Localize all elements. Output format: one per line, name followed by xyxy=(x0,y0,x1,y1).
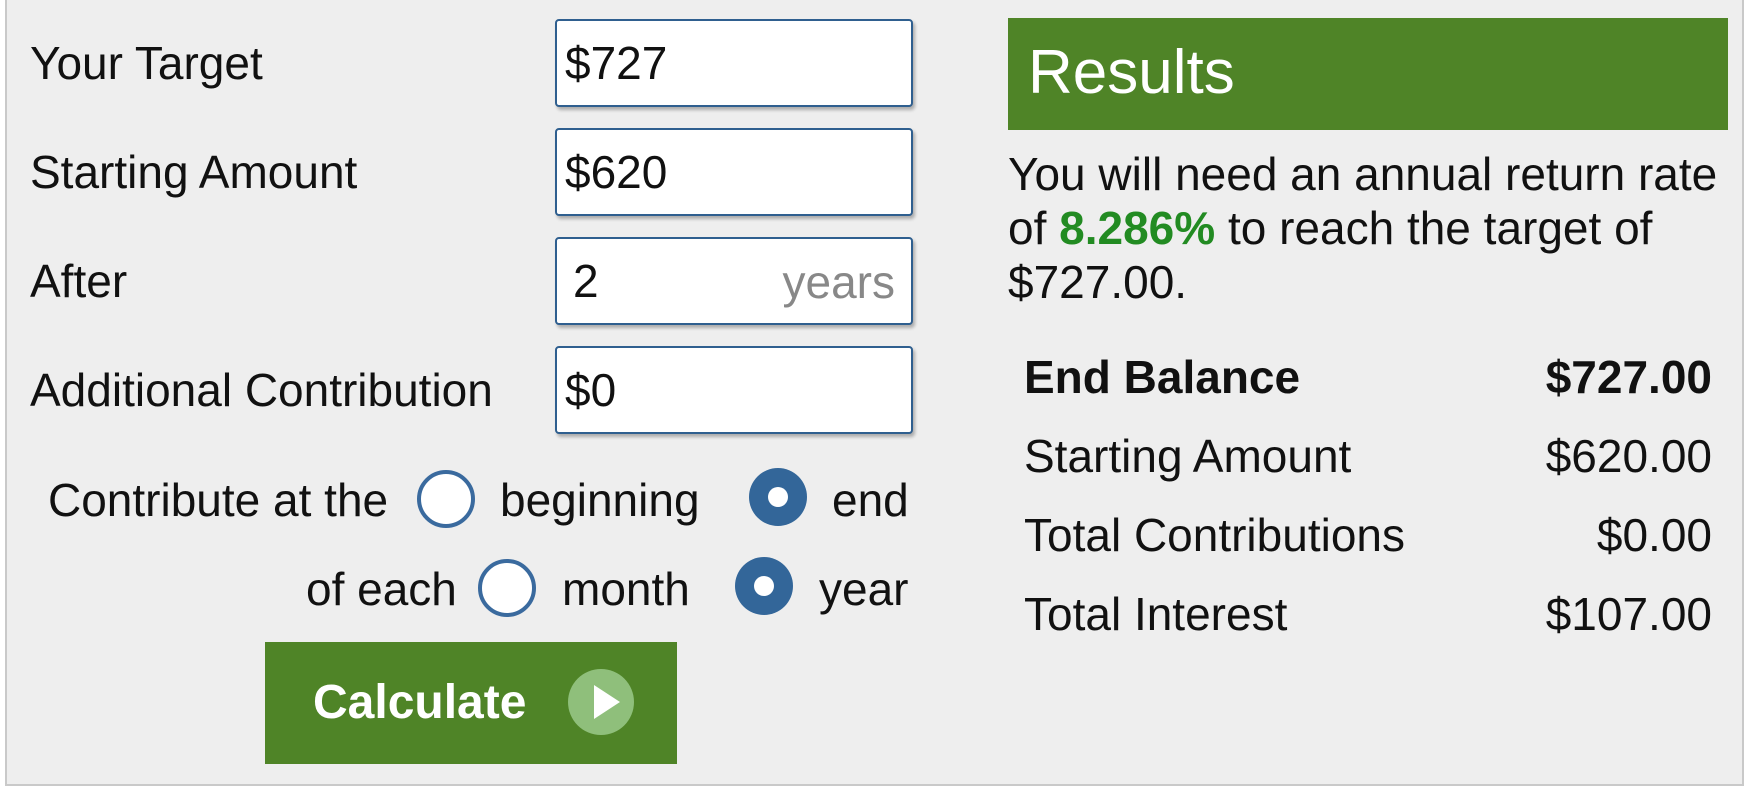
additional-contribution-field[interactable] xyxy=(555,346,913,434)
calculate-button-label: Calculate xyxy=(313,676,527,729)
end-balance-label: End Balance xyxy=(1024,351,1301,403)
target-label: Your Target xyxy=(30,37,263,89)
total-contributions-value: $0.00 xyxy=(1596,509,1712,561)
results-header: Results xyxy=(1008,18,1728,130)
year-label[interactable]: year xyxy=(819,566,908,612)
starting-amount-input[interactable] xyxy=(565,130,895,214)
end-label[interactable]: end xyxy=(832,477,909,523)
beginning-label[interactable]: beginning xyxy=(500,477,700,523)
play-icon xyxy=(568,669,634,735)
end-balance-value: $727.00 xyxy=(1545,351,1712,403)
target-field[interactable] xyxy=(555,19,913,107)
total-interest-label: Total Interest xyxy=(1024,588,1288,640)
years-unit: years xyxy=(782,256,895,308)
starting-amount-label: Starting Amount xyxy=(30,146,358,198)
calculate-button[interactable]: Calculate xyxy=(265,642,677,764)
return-rate: 8.286% xyxy=(1059,202,1216,254)
beginning-radio[interactable] xyxy=(417,470,475,528)
total-contributions-label: Total Contributions xyxy=(1024,509,1405,561)
after-label: After xyxy=(30,255,128,307)
years-input[interactable] xyxy=(573,239,753,323)
year-radio[interactable] xyxy=(735,557,793,615)
starting-amount-field[interactable] xyxy=(555,128,913,216)
total-interest-value: $107.00 xyxy=(1545,588,1712,640)
starting-amount-result-label: Starting Amount xyxy=(1024,430,1352,482)
contribute-at-label: Contribute at the xyxy=(48,474,389,526)
target-input[interactable] xyxy=(565,21,895,105)
additional-contribution-label: Additional Contribution xyxy=(30,364,493,416)
month-radio[interactable] xyxy=(478,559,536,617)
month-label[interactable]: month xyxy=(562,566,690,612)
results-title: Results xyxy=(1028,38,1235,107)
starting-amount-result-value: $620.00 xyxy=(1545,430,1712,482)
end-radio[interactable] xyxy=(749,468,807,526)
results-summary: You will need an annual return rate of 8… xyxy=(1008,147,1728,309)
of-each-label: of each xyxy=(306,563,457,615)
additional-contribution-input[interactable] xyxy=(565,348,895,432)
after-field[interactable]: years xyxy=(555,237,913,325)
